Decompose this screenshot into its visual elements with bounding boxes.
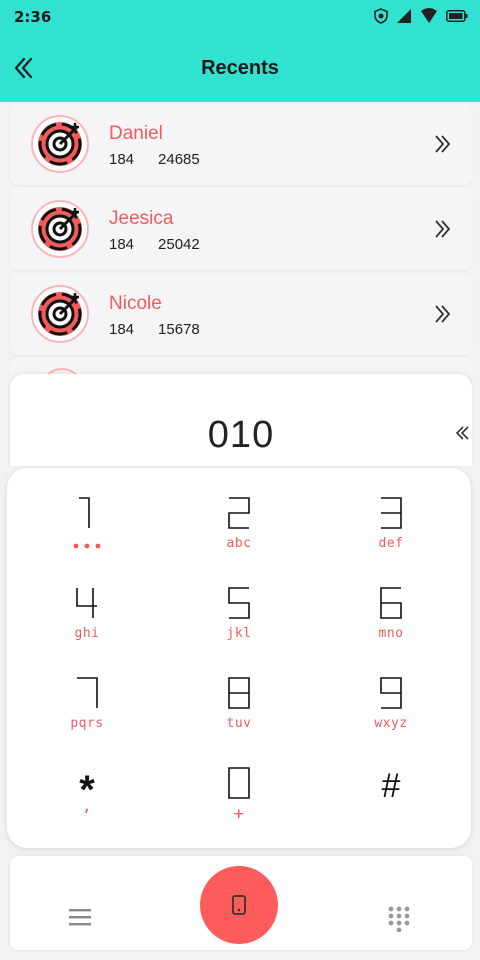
chevron-right-icon[interactable]	[432, 303, 454, 325]
contact-number: 184 15678	[109, 321, 200, 338]
key-9[interactable]: wxyz	[316, 648, 466, 738]
contact-code: 184	[109, 321, 135, 338]
key-hash[interactable]: #	[316, 738, 466, 828]
target-avatar-icon	[31, 285, 89, 343]
key-letters: tuv	[226, 716, 252, 731]
contact-phone: 15678	[158, 321, 200, 338]
dial-keypad: abc def ghi jkl mno pqrs tuv wxyz * , + …	[7, 468, 471, 848]
app-bar: Recents	[0, 34, 480, 102]
status-icons	[374, 8, 468, 24]
keypad-icon[interactable]	[387, 906, 411, 932]
key-star[interactable]: * ,	[12, 738, 162, 828]
contact-phone: 25042	[158, 236, 200, 253]
digit-glyph	[79, 497, 90, 528]
dialed-number: 010	[207, 414, 275, 456]
key-letters: ,	[82, 800, 92, 815]
backspace-icon[interactable]	[454, 424, 470, 442]
digit-glyph	[228, 497, 250, 529]
recent-contacts-list: Daniel 184 24685 Jeesica 184 25042 Nicol…	[10, 104, 472, 359]
contact-name: Daniel	[109, 123, 163, 144]
battery-icon	[446, 10, 468, 22]
contact-name: Jeesica	[109, 208, 174, 229]
bottom-bar	[10, 856, 472, 950]
key-2[interactable]: abc	[164, 468, 314, 558]
contact-phone: 24685	[158, 151, 200, 168]
phone-icon	[232, 895, 246, 915]
key-symbol: #	[381, 767, 401, 805]
voicemail-dots-icon	[73, 543, 101, 549]
shield-icon	[374, 8, 388, 24]
digit-glyph	[380, 587, 402, 619]
key-letters: jkl	[226, 626, 252, 641]
digit-glyph	[76, 588, 97, 618]
key-letters: def	[378, 536, 404, 551]
contact-code: 184	[109, 236, 135, 253]
key-4[interactable]: ghi	[12, 558, 162, 648]
digit-glyph	[380, 677, 402, 709]
digit-glyph	[228, 587, 250, 619]
key-0[interactable]: +	[164, 738, 314, 828]
target-avatar-icon	[31, 115, 89, 173]
digit-glyph	[228, 677, 250, 709]
chevron-right-icon[interactable]	[432, 133, 454, 155]
wifi-icon	[421, 8, 437, 23]
dial-display: 010	[10, 374, 472, 466]
key-letters	[12, 538, 162, 553]
key-letters: pqrs	[70, 716, 104, 731]
contact-row-daniel[interactable]: Daniel 184 24685	[10, 104, 472, 185]
status-time: 2:36	[14, 8, 52, 26]
page-title: Recents	[201, 57, 279, 79]
key-letters: ghi	[74, 626, 100, 641]
key-letters: abc	[226, 536, 252, 551]
key-letters: wxyz	[374, 716, 408, 731]
digit-glyph	[381, 497, 402, 529]
contact-name: Nicole	[109, 293, 162, 314]
target-avatar-icon	[31, 200, 89, 258]
contact-number: 184 24685	[109, 151, 200, 168]
key-letters: +	[233, 804, 245, 824]
key-1[interactable]	[12, 468, 162, 558]
key-7[interactable]: pqrs	[12, 648, 162, 738]
key-5[interactable]: jkl	[164, 558, 314, 648]
contact-code: 184	[109, 151, 135, 168]
key-6[interactable]: mno	[316, 558, 466, 648]
call-button[interactable]	[200, 866, 278, 944]
status-bar: 2:36	[0, 0, 480, 34]
digit-glyph	[77, 677, 98, 708]
contact-number: 184 25042	[109, 236, 200, 253]
contact-row-nicole[interactable]: Nicole 184 15678	[10, 274, 472, 355]
menu-icon[interactable]	[68, 907, 92, 927]
key-3[interactable]: def	[316, 468, 466, 558]
digit-glyph	[228, 767, 250, 799]
contact-row-jeesica[interactable]: Jeesica 184 25042	[10, 189, 472, 270]
signal-icon	[397, 9, 411, 23]
key-8[interactable]: tuv	[164, 648, 314, 738]
key-letters: mno	[378, 626, 404, 641]
chevron-right-icon[interactable]	[432, 218, 454, 240]
